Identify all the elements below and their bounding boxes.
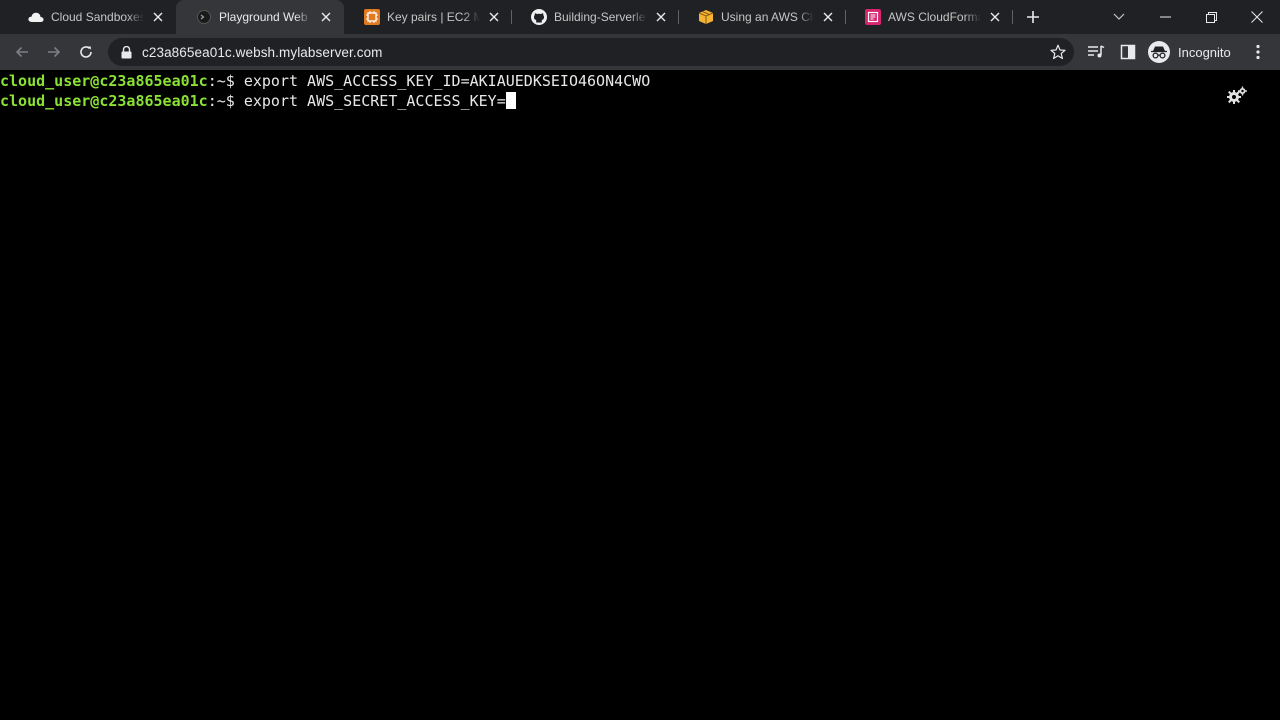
close-icon[interactable] — [987, 9, 1003, 25]
close-window-button[interactable] — [1234, 0, 1280, 34]
new-tab-button[interactable] — [1024, 8, 1042, 26]
tab-title: AWS CloudFormation — [888, 10, 981, 24]
arrow-right-icon — [48, 46, 61, 58]
prompt-path: :~$ — [207, 92, 235, 110]
tab-using-aws-cloudformation[interactable]: Using an AWS CloudFormation — [678, 0, 846, 34]
close-icon[interactable] — [318, 9, 334, 25]
terminal-app-icon — [196, 9, 212, 25]
close-icon[interactable] — [486, 9, 502, 25]
tab-search-button[interactable] — [1096, 0, 1142, 34]
reload-icon — [80, 46, 92, 58]
command-text: export AWS_ACCESS_KEY_ID=AKIAUEDKSEIO46O… — [234, 72, 651, 90]
prompt-path: :~$ — [207, 72, 235, 90]
restore-button[interactable] — [1188, 0, 1234, 34]
browser-toolbar: c23a865ea01c.websh.mylabserver.com Incog… — [0, 34, 1280, 70]
aws-package-icon — [698, 9, 714, 25]
side-panel-button[interactable] — [1118, 42, 1138, 62]
close-icon[interactable] — [653, 9, 669, 25]
more-vert-icon — [1256, 44, 1260, 60]
tab-aws-cloudformation[interactable]: AWS CloudFormation — [845, 0, 1013, 34]
aws-ec2-icon — [364, 9, 380, 25]
bookmark-star-icon[interactable] — [1050, 44, 1066, 60]
prompt-user-host: cloud_user@c23a865ea01c — [0, 92, 208, 110]
lock-icon[interactable] — [120, 45, 132, 59]
browser-menu-button[interactable] — [1248, 42, 1268, 62]
plus-icon — [1027, 11, 1039, 23]
tab-title: Building-Serverless — [554, 10, 647, 24]
tab-title: Using an AWS CloudFormation — [721, 10, 814, 24]
restore-icon — [1205, 11, 1217, 23]
url-text[interactable]: c23a865ea01c.websh.mylabserver.com — [142, 45, 383, 60]
tab-key-pairs-ec2[interactable]: Key pairs | EC2 Management Console — [344, 0, 512, 34]
media-control-button[interactable] — [1086, 42, 1106, 62]
tab-separator — [1012, 10, 1013, 24]
back-button[interactable] — [10, 40, 34, 64]
close-icon — [1251, 11, 1263, 23]
reload-button[interactable] — [74, 40, 98, 64]
tab-separator — [845, 10, 846, 24]
profile-label: Incognito — [1178, 44, 1231, 60]
tab-title: Cloud Sandboxes - A Cloud Guru — [51, 10, 144, 24]
aws-cloudformation-icon — [865, 9, 881, 25]
tab-playground-web-terminal[interactable]: Playground Web Terminal — [176, 0, 344, 34]
forward-button[interactable] — [42, 40, 66, 64]
github-icon — [531, 9, 547, 25]
tab-strip: Cloud Sandboxes - A Cloud Guru Playgroun… — [0, 0, 1280, 34]
terminal-cursor — [505, 92, 516, 109]
chevron-down-icon — [1113, 13, 1125, 20]
tab-cloud-sandboxes[interactable]: Cloud Sandboxes - A Cloud Guru — [8, 0, 176, 34]
minimize-icon — [1159, 16, 1171, 18]
playlist-icon — [1088, 45, 1105, 58]
tab-separator — [678, 10, 679, 24]
terminal-line: cloud_user@c23a865ea01c:~$ export AWS_AC… — [0, 71, 650, 91]
terminal-line: cloud_user@c23a865ea01c:~$ export AWS_SE… — [0, 91, 516, 111]
tab-title: Key pairs | EC2 Management Console — [387, 10, 480, 24]
close-icon[interactable] — [150, 9, 166, 25]
tab-building-serverless[interactable]: Building-Serverless — [511, 0, 679, 34]
minimize-button[interactable] — [1142, 0, 1188, 34]
side-panel-icon — [1120, 44, 1136, 60]
close-icon[interactable] — [820, 9, 836, 25]
tab-separator — [511, 10, 512, 24]
web-terminal[interactable]: cloud_user@c23a865ea01c:~$ export AWS_AC… — [0, 70, 1280, 720]
incognito-icon — [1148, 41, 1170, 63]
command-text: export AWS_SECRET_ACCESS_KEY= — [234, 92, 506, 110]
arrow-left-icon — [15, 46, 28, 58]
cloud-icon — [28, 9, 44, 25]
prompt-user-host: cloud_user@c23a865ea01c — [0, 72, 208, 90]
gears-icon — [1227, 86, 1247, 104]
terminal-settings-button[interactable] — [1226, 86, 1248, 106]
incognito-profile-button[interactable]: Incognito — [1148, 39, 1231, 65]
tab-title: Playground Web Terminal — [219, 10, 312, 24]
address-bar[interactable]: c23a865ea01c.websh.mylabserver.com — [108, 38, 1074, 66]
